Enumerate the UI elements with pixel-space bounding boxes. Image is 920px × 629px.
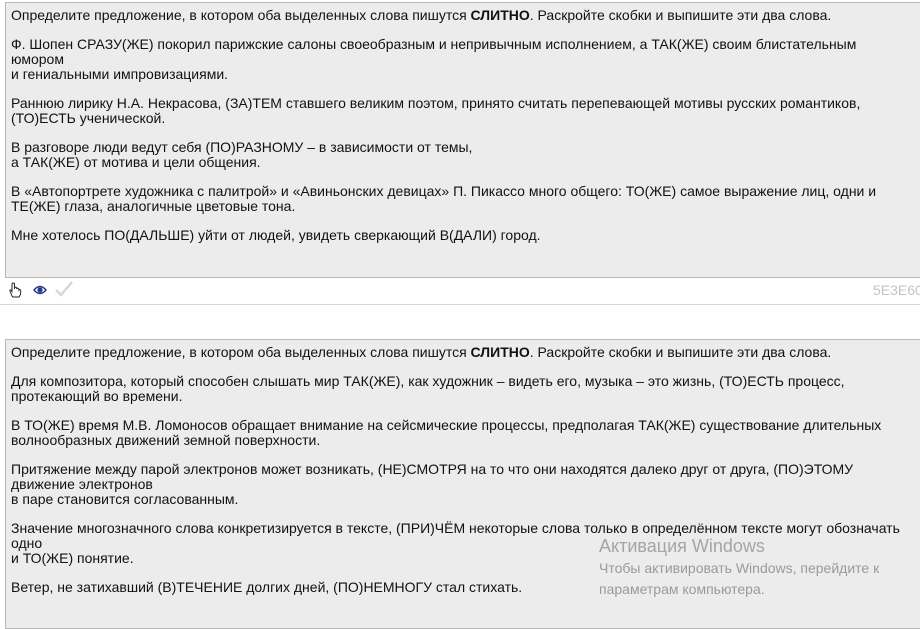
task-block-2: Определите предложение, в котором оба вы… xyxy=(5,339,920,629)
sentence-3: В разговоре люди ведут себя (ПО)РАЗНОМУ … xyxy=(11,139,473,170)
task-instruction: Определите предложение, в котором оба вы… xyxy=(11,8,911,23)
sentence-3: Притяжение между парой электронов может … xyxy=(11,461,854,507)
checkmark-icon[interactable] xyxy=(54,280,74,303)
task-block-1: Определите предложение, в котором оба вы… xyxy=(5,2,920,278)
sentence-4: В «Автопортрете художника с палитрой» и … xyxy=(11,183,877,214)
windows-activation-title: Активация Windows xyxy=(599,536,765,556)
sentence-5: Мне хотелось ПО(ДАЛЬШЕ) уйти от людей, у… xyxy=(11,227,541,243)
instruction-emphasis: СЛИТНО xyxy=(470,344,530,360)
task-toolbar: 5E3E60 xyxy=(0,278,920,305)
windows-activation-text-2: параметрам компьютера. xyxy=(599,581,765,597)
sentence-1: Для композитора, который способен слышат… xyxy=(11,373,845,404)
sentence-1: Ф. Шопен СРАЗУ(ЖЕ) покорил парижские сал… xyxy=(11,36,857,82)
sentence-2: В ТО(ЖЕ) время М.В. Ломоносов обращает в… xyxy=(11,417,882,448)
sentence-5: Ветер, не затихавший (В)ТЕЧЕНИЕ долгих д… xyxy=(11,579,523,595)
sentence-2: Раннюю лирику Н.А. Некрасова, (ЗА)ТЕМ ст… xyxy=(11,95,861,126)
windows-activation-text: Чтобы активировать Windows, перейдите к xyxy=(599,560,880,576)
eye-icon[interactable] xyxy=(33,283,47,301)
instruction-text-end: . Раскройте скобки и выпишите эти два сл… xyxy=(529,344,832,360)
instruction-text-end: . Раскройте скобки и выпишите эти два сл… xyxy=(529,7,832,23)
task-instruction: Определите предложение, в котором оба вы… xyxy=(11,345,911,360)
instruction-emphasis: СЛИТНО xyxy=(470,7,530,23)
instruction-text: Определите предложение, в котором оба вы… xyxy=(11,344,471,360)
task-code: 5E3E60 xyxy=(873,282,920,298)
hand-pointer-icon[interactable] xyxy=(8,282,22,303)
instruction-text: Определите предложение, в котором оба вы… xyxy=(11,7,471,23)
